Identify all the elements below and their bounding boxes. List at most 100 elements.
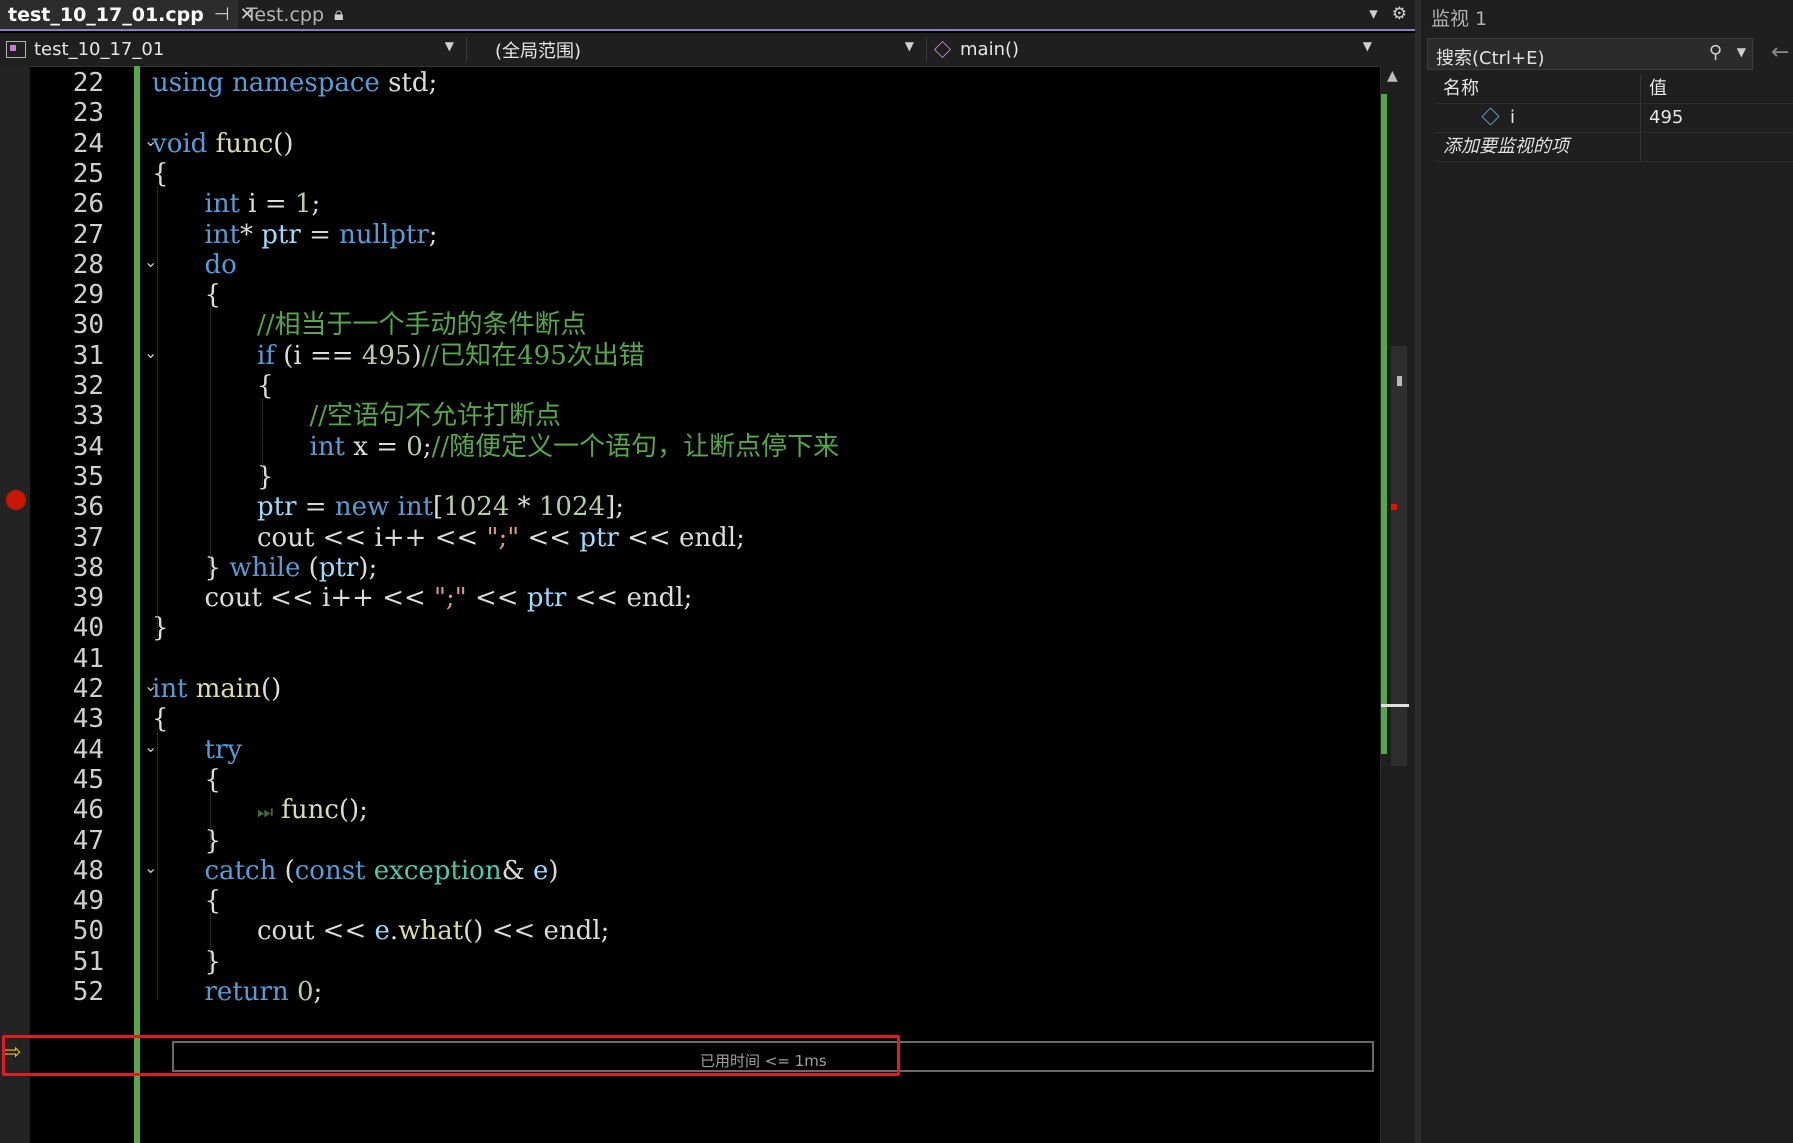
scope-dropdown[interactable]: (全局范围) ▼: [466, 37, 918, 62]
fold-chevron-icon[interactable]: ⌄: [144, 858, 157, 877]
line-number: 35: [72, 461, 104, 492]
indent-guide: [210, 793, 211, 848]
code-line[interactable]: 46 ⏭ func();: [0, 793, 1380, 827]
code-line[interactable]: 22 using namespace std;: [0, 66, 1380, 100]
chevron-down-icon[interactable]: ▾: [1369, 4, 1378, 24]
navigation-bar: test_10_17_01 ▼ (全局范围) ▼ main() ▼ ⇳: [0, 33, 1415, 95]
gear-icon[interactable]: ⚙: [1392, 4, 1407, 24]
search-placeholder: 搜索(Ctrl+E): [1436, 48, 1545, 69]
column-header-value[interactable]: 值: [1641, 75, 1793, 103]
code-line[interactable]: 29 {: [0, 278, 1380, 312]
code-text: {: [205, 278, 222, 312]
line-number: 52: [72, 977, 104, 1007]
indent-guide: [210, 914, 211, 969]
code-line[interactable]: 52 return 0;: [0, 975, 1380, 1009]
code-content: catch (const exception& e): [204, 855, 559, 886]
scrollbar-thumb[interactable]: [1391, 346, 1407, 766]
code-line[interactable]: 31 ⌄ if (i == 495)//已知在495次出错: [0, 339, 1380, 373]
code-line[interactable]: 27 int* ptr = nullptr;: [0, 218, 1380, 252]
line-number: 39: [72, 583, 104, 614]
line-number: 40: [72, 613, 104, 644]
function-dropdown[interactable]: main() ▼: [926, 37, 1376, 62]
chevron-down-icon: ▼: [904, 39, 914, 53]
code-line[interactable]: 26 int i = 1;: [0, 187, 1380, 221]
line-number: 44: [72, 734, 104, 765]
scope-label: (全局范围): [495, 40, 582, 62]
chevron-down-icon[interactable]: ▼: [1737, 45, 1746, 59]
tab-test-10-17-01[interactable]: test_10_17_01.cpp ⊣ ✕: [0, 0, 255, 29]
fold-chevron-icon[interactable]: ⌄: [144, 737, 157, 756]
line-number: 32: [72, 371, 104, 401]
code-line[interactable]: 33 //空语句不允许打断点: [0, 399, 1380, 433]
code-editor[interactable]: test_10_17_01.cpp ⊣ ✕ Test.cpp 🔒︎ ▾ ⚙ te…: [0, 0, 1416, 1143]
tab-test[interactable]: Test.cpp 🔒︎: [238, 0, 406, 29]
code-text: }: [205, 824, 222, 858]
code-text: int* ptr = nullptr;: [205, 218, 438, 252]
back-arrow-icon[interactable]: ←: [1771, 40, 1789, 65]
add-watch-row[interactable]: 添加要监视的项: [1435, 133, 1793, 162]
project-label: test_10_17_01: [34, 39, 165, 60]
code-area[interactable]: 22 using namespace std; 23 24 ⌄ void func() 25…: [0, 66, 1380, 1143]
code-content: }: [204, 825, 222, 856]
line-number: 49: [72, 886, 104, 917]
code-line[interactable]: 50 cout << e.what() << endl;: [0, 914, 1380, 948]
code-line[interactable]: 34 int x = 0;//随便定义一个语句，让断点停下来: [0, 430, 1380, 464]
line-number: 47: [72, 825, 104, 856]
code-text: cout << i++ << ";" << ptr << endl;: [257, 521, 745, 555]
column-header-name[interactable]: 名称: [1435, 75, 1641, 103]
code-content: } while (ptr);: [204, 552, 378, 583]
project-dropdown[interactable]: test_10_17_01 ▼: [6, 37, 458, 62]
code-line[interactable]: 38} while (ptr);: [0, 551, 1380, 585]
method-icon: [934, 41, 951, 58]
vertical-scrollbar[interactable]: ▲: [1380, 66, 1416, 1143]
watch-row[interactable]: i 495: [1435, 104, 1793, 133]
code-line[interactable]: 35}: [0, 460, 1380, 494]
scrollbar-caret-marker: [1381, 704, 1409, 707]
code-line[interactable]: 32 {: [0, 369, 1380, 403]
search-icon[interactable]: ⚲: [1709, 42, 1722, 63]
code-line[interactable]: 36 ptr = new int[1024 * 1024];: [0, 490, 1380, 524]
code-content: {: [204, 886, 222, 917]
code-text: }: [205, 945, 222, 979]
lock-icon: 🔒︎: [334, 4, 344, 25]
code-line[interactable]: 42 ⌄ int main(): [0, 672, 1380, 706]
code-line[interactable]: 41: [0, 642, 1380, 676]
fold-chevron-icon[interactable]: ⌄: [144, 252, 157, 271]
pin-icon[interactable]: ⊣: [214, 4, 230, 25]
fold-chevron-icon[interactable]: ⌄: [144, 343, 157, 362]
code-line[interactable]: 28 ⌄ do: [0, 248, 1380, 282]
code-line[interactable]: 49 {: [0, 884, 1380, 918]
code-line[interactable]: 23: [0, 96, 1380, 130]
code-content: }: [257, 461, 274, 492]
code-content: cout << i++ << ";" << ptr << endl;: [257, 522, 745, 553]
watch-search-input[interactable]: 搜索(Ctrl+E) ⚲ ▼: [1427, 38, 1753, 70]
code-text: {: [152, 157, 169, 191]
code-line[interactable]: 45 {: [0, 763, 1380, 797]
add-watch-item[interactable]: 添加要监视的项: [1435, 133, 1641, 161]
code-line[interactable]: 37 cout << i++ << ";" << ptr << endl;: [0, 521, 1380, 555]
code-content: if (i == 495)//已知在495次出错: [257, 340, 645, 371]
scroll-up-icon[interactable]: ▲: [1387, 68, 1398, 84]
code-text: }: [257, 460, 274, 494]
code-line[interactable]: 51}: [0, 945, 1380, 979]
code-line[interactable]: 39 cout << i++ << ";" << ptr << endl;: [0, 581, 1380, 615]
code-line[interactable]: 44 ⌄ try: [0, 733, 1380, 767]
code-line[interactable]: 40}: [0, 611, 1380, 645]
code-text: return 0;: [205, 975, 323, 1009]
code-line[interactable]: 25 {: [0, 157, 1380, 191]
code-content: cout << e.what() << endl;: [257, 916, 610, 947]
code-text: catch (const exception& e): [205, 854, 559, 888]
project-icon: [6, 41, 26, 58]
run-to-click-icon[interactable]: ⏭: [257, 802, 273, 823]
code-text: } while (ptr);: [205, 551, 378, 585]
watch-row-name-cell: i: [1435, 104, 1641, 132]
breakpoint-icon[interactable]: [6, 490, 26, 510]
line-number: 34: [72, 431, 104, 462]
code-line[interactable]: 43 {: [0, 702, 1380, 736]
code-line[interactable]: 24 ⌄ void func(): [0, 127, 1380, 161]
watch-row-value[interactable]: 495: [1641, 104, 1793, 132]
code-line[interactable]: 48 ⌄ catch (const exception& e): [0, 854, 1380, 888]
code-line[interactable]: 30 //相当于一个手动的条件断点: [0, 308, 1380, 342]
code-line[interactable]: 47}: [0, 824, 1380, 858]
code-text: //空语句不允许打断点: [310, 399, 562, 433]
